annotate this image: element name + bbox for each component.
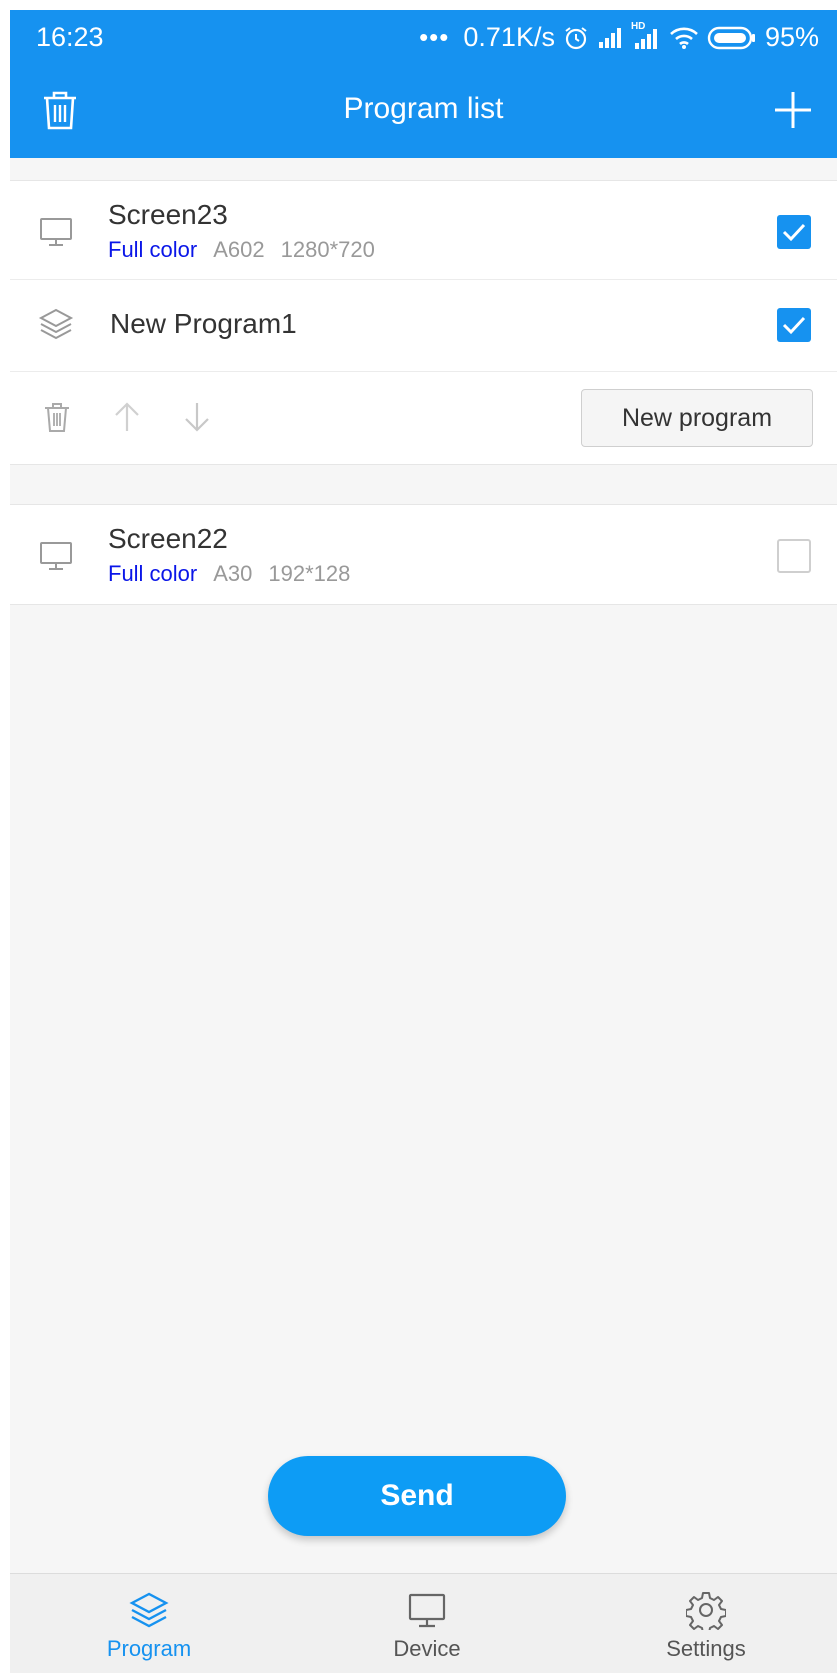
screen-type: Full color (108, 561, 198, 586)
screen-model: A602 (213, 237, 265, 262)
program-name: New Program1 (110, 308, 297, 339)
screen-group: Screen23 Full color A602 1280*720 New Pr… (10, 180, 837, 465)
check-icon (782, 223, 806, 242)
send-button[interactable]: Send (268, 1456, 566, 1536)
nav-settings[interactable]: Settings (606, 1574, 806, 1673)
screen-checkbox[interactable] (777, 539, 811, 573)
screen-group: Screen22 Full color A30 192*128 (10, 504, 837, 605)
gear-icon (686, 1592, 726, 1630)
nav-device-label: Device (393, 1636, 461, 1661)
status-time: 16:23 (36, 22, 104, 52)
monitor-icon (40, 542, 72, 570)
nav-settings-label: Settings (666, 1636, 746, 1661)
layers-icon (129, 1592, 169, 1628)
app-screen: 16:23 ••• 0.71K/s HD 95% Program list Sc… (10, 10, 837, 1673)
new-program-button[interactable]: New program (581, 389, 813, 447)
plus-icon[interactable] (771, 88, 815, 132)
program-checkbox[interactable] (777, 308, 811, 342)
status-indicators: ••• 0.71K/s HD 95% (419, 21, 819, 53)
screen-resolution: 192*128 (268, 561, 351, 586)
screen-type: Full color (108, 237, 198, 262)
screen-row[interactable]: Screen23 Full color A602 1280*720 (10, 181, 837, 280)
screen-name: Screen23 (108, 199, 228, 230)
battery-level: 95% (764, 22, 819, 52)
screen-info: Full color A30 192*128 (108, 561, 350, 587)
wifi-icon (670, 27, 698, 49)
alarm-icon (565, 26, 587, 49)
screen-row[interactable]: Screen22 Full color A30 192*128 (10, 505, 837, 604)
screen-checkbox[interactable] (777, 215, 811, 249)
monitor-icon (408, 1593, 446, 1628)
monitor-icon (40, 218, 72, 246)
signal-icon (598, 27, 621, 48)
battery-icon (707, 26, 755, 49)
nav-program-label: Program (106, 1636, 192, 1661)
page-title: Program list (343, 92, 504, 125)
screen-name: Screen22 (108, 523, 228, 554)
bottom-nav: Program Device Settings (10, 1573, 837, 1673)
status-bar: 16:23 ••• 0.71K/s HD 95% (10, 10, 837, 70)
screen-resolution: 1280*720 (280, 237, 375, 262)
check-icon (782, 316, 806, 335)
nav-device[interactable]: Device (327, 1574, 527, 1673)
status-dots: ••• (419, 22, 450, 52)
program-toolbar: New program (10, 372, 837, 464)
arrow-up-icon[interactable] (110, 400, 144, 434)
layers-icon (38, 308, 74, 340)
program-row[interactable]: New Program1 (10, 280, 837, 372)
signal-hd-icon: HD (631, 21, 661, 51)
network-speed: 0.71K/s (463, 22, 555, 52)
app-header: 16:23 ••• 0.71K/s HD 95% Program list (10, 10, 837, 158)
title-bar: Program list (10, 70, 837, 158)
screen-info: Full color A602 1280*720 (108, 237, 375, 263)
arrow-down-icon[interactable] (180, 400, 214, 434)
screen-model: A30 (213, 561, 253, 586)
trash-icon[interactable] (40, 400, 74, 434)
nav-program[interactable]: Program (49, 1574, 249, 1673)
